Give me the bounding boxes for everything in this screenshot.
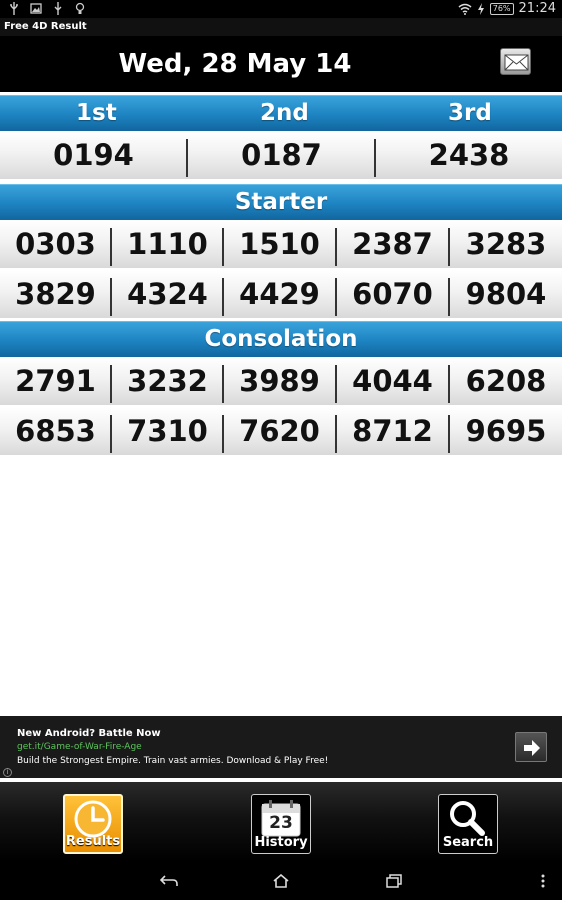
starter-title: Starter <box>234 189 328 215</box>
starter-row: 0303 1110 1510 2387 3283 <box>0 220 562 268</box>
top-prizes-row: 0194 0187 2438 <box>0 131 562 179</box>
consolation-number: 2791 <box>15 364 96 398</box>
back-icon[interactable] <box>160 874 178 888</box>
tab-results-label: Results <box>65 834 121 849</box>
second-prize-label: 2nd <box>260 100 309 126</box>
consolation-number: 9695 <box>465 414 547 448</box>
charging-icon <box>477 2 484 15</box>
starter-number: 0303 <box>15 227 96 261</box>
usb-debug-icon <box>54 2 62 15</box>
recent-apps-icon[interactable] <box>386 874 402 888</box>
arrow-right-icon <box>524 740 540 756</box>
consolation-title: Consolation <box>204 326 358 352</box>
date-header: Wed, 28 May 14 <box>0 36 562 92</box>
status-bar: 76% 21:24 <box>0 0 562 18</box>
battery-level: 76% <box>489 2 514 15</box>
consolation-number: 8712 <box>352 414 433 448</box>
consolation-number: 7620 <box>239 414 320 448</box>
bottom-tab-bar: Results 23 History Search <box>0 782 562 862</box>
wifi-icon <box>458 3 472 15</box>
image-icon <box>30 3 42 14</box>
system-nav-bar <box>0 862 562 900</box>
first-prize-number: 0194 <box>53 138 134 172</box>
envelope-icon <box>504 54 529 71</box>
starter-number: 9804 <box>465 277 547 311</box>
consolation-number: 6853 <box>15 414 96 448</box>
usb-icon <box>10 2 18 15</box>
consolation-number: 3232 <box>127 364 208 398</box>
bulb-icon <box>75 2 85 14</box>
third-prize-number: 2438 <box>428 138 510 172</box>
ad-title[interactable]: New Android? Battle Now <box>17 728 161 739</box>
starter-header: Starter <box>0 184 562 220</box>
third-prize-label: 3rd <box>448 100 492 126</box>
app-title: Free 4D Result <box>0 18 562 36</box>
ad-description: Build the Strongest Empire. Train vast a… <box>17 756 329 766</box>
first-prize-label: 1st <box>76 100 117 126</box>
calendar-day: 23 <box>269 813 293 833</box>
consolation-header: Consolation <box>0 321 562 357</box>
magnifier-icon <box>450 801 485 836</box>
tab-results[interactable]: Results <box>63 794 123 854</box>
ad-open-button[interactable] <box>515 732 547 762</box>
home-icon[interactable] <box>273 874 289 888</box>
draw-date: Wed, 28 May 14 <box>118 49 352 79</box>
starter-row: 3829 4324 4429 6070 9804 <box>0 270 562 318</box>
tab-search[interactable]: Search <box>438 794 498 854</box>
second-prize-number: 0187 <box>241 138 322 172</box>
consolation-number: 6208 <box>465 364 547 398</box>
starter-number: 3283 <box>465 227 547 261</box>
tab-history-label: History <box>254 835 308 850</box>
share-mail-button[interactable] <box>500 48 531 75</box>
tab-search-label: Search <box>442 835 494 850</box>
starter-number: 1110 <box>127 227 208 261</box>
consolation-number: 3989 <box>239 364 320 398</box>
consolation-number: 4044 <box>352 364 433 398</box>
prize-labels-bar: 1st 2nd 3rd <box>0 95 562 131</box>
starter-number: 1510 <box>239 227 320 261</box>
starter-number: 4429 <box>239 277 320 311</box>
clock-time: 21:24 <box>518 1 556 16</box>
consolation-row: 6853 7310 7620 8712 9695 <box>0 407 562 455</box>
starter-number: 4324 <box>127 277 208 311</box>
ad-url[interactable]: get.it/Game-of-War-Fire-Age <box>17 742 142 752</box>
menu-icon[interactable] <box>538 874 548 888</box>
ad-info-icon[interactable]: i <box>3 768 12 777</box>
consolation-number: 7310 <box>127 414 208 448</box>
starter-number: 2387 <box>352 227 433 261</box>
starter-number: 3829 <box>15 277 96 311</box>
tab-history[interactable]: 23 History <box>251 794 311 854</box>
starter-number: 6070 <box>352 277 433 311</box>
ad-banner[interactable]: New Android? Battle Now get.it/Game-of-W… <box>0 716 562 778</box>
consolation-row: 2791 3232 3989 4044 6208 <box>0 357 562 405</box>
